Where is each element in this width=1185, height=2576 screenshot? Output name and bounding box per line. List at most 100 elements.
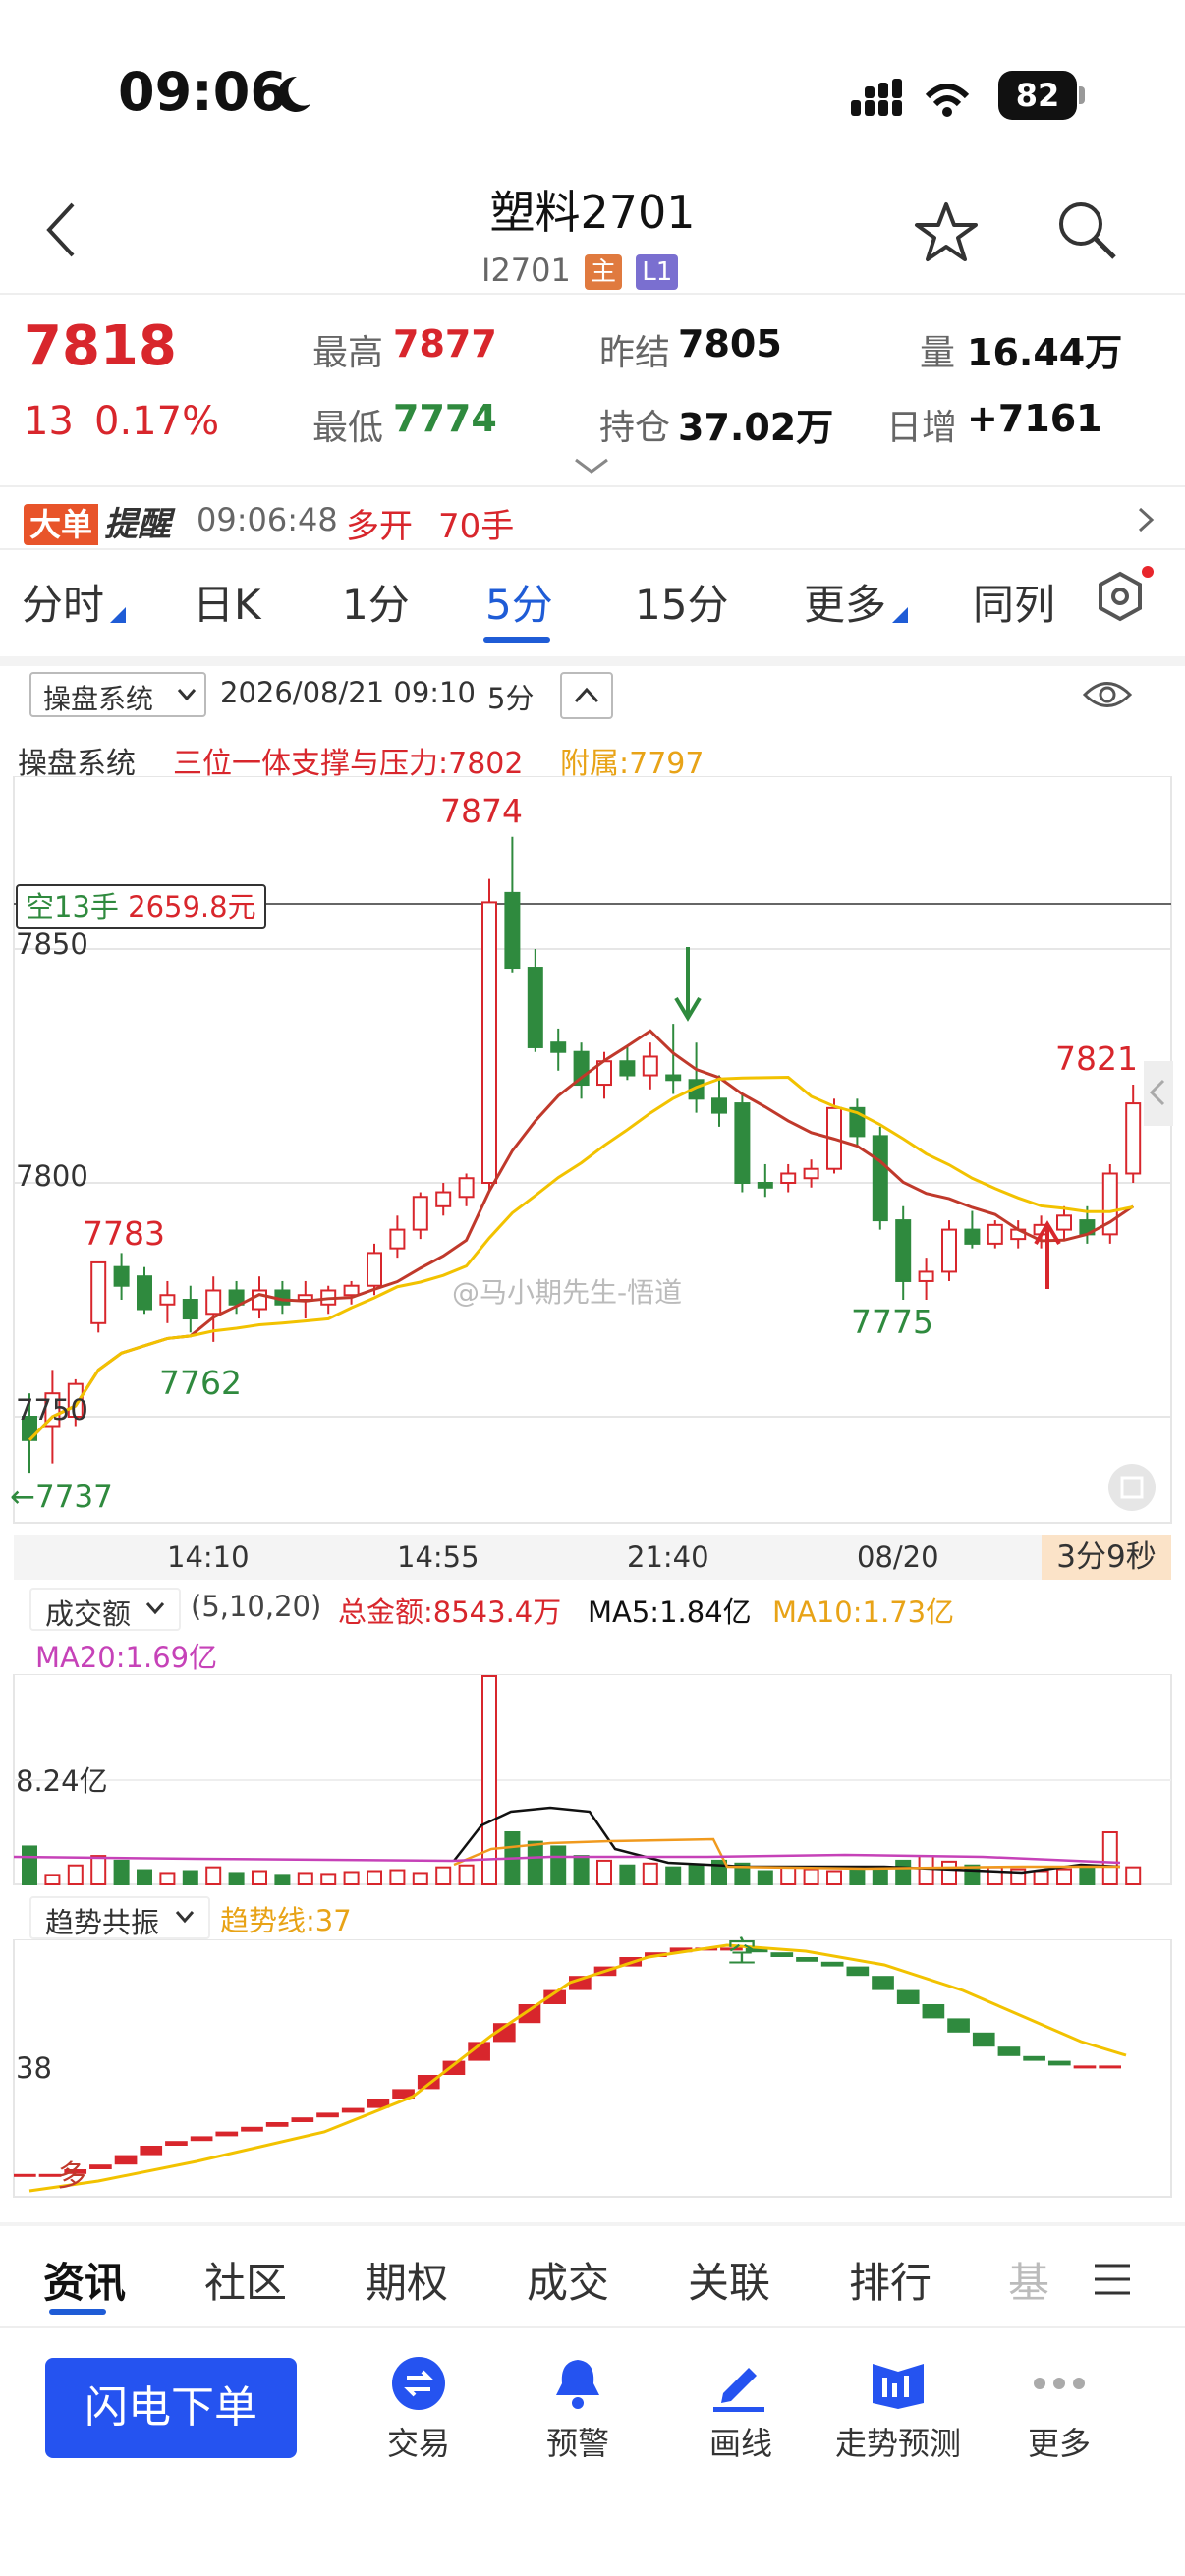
- y-tick-7800: 7800: [16, 1159, 88, 1193]
- volume-bar: [987, 1866, 1003, 1885]
- trend-long-mark: 多: [57, 2159, 86, 2194]
- volume-params: (5,10,20): [191, 1590, 322, 1623]
- trend-line-label: 趋势线:37: [220, 1904, 352, 1937]
- volume-bar: [826, 1870, 842, 1886]
- chevron-right-icon[interactable]: [1136, 505, 1156, 534]
- trend-ytick: 38: [16, 2051, 52, 2085]
- big-order-alert[interactable]: 大单 提醒: [24, 497, 177, 545]
- collapse-button[interactable]: [560, 672, 613, 719]
- trend-bar: [997, 2046, 1021, 2056]
- candle-body: [182, 1299, 198, 1320]
- candle-body: [918, 1270, 934, 1282]
- trade-icon[interactable]: [391, 2356, 446, 2411]
- system-select[interactable]: 操盘系统: [29, 672, 206, 717]
- trade-label[interactable]: 交易: [350, 2419, 487, 2464]
- battery-indicator: 82: [998, 71, 1077, 120]
- candle-body: [481, 901, 497, 1184]
- search-icon[interactable]: [1053, 196, 1122, 265]
- chevron-down-icon: [177, 689, 197, 701]
- volume-bar: [1101, 1831, 1118, 1885]
- status-time: 09:06: [118, 61, 287, 123]
- tab-options[interactable]: 期权: [366, 2250, 448, 2310]
- tab-more[interactable]: 更多: [804, 572, 886, 632]
- draw-label[interactable]: 画线: [672, 2419, 810, 2464]
- tab-related[interactable]: 关联: [688, 2250, 770, 2310]
- tab-timeshare[interactable]: 分时: [22, 572, 104, 632]
- tab-15min[interactable]: 15分: [635, 572, 728, 632]
- tab-same-list[interactable]: 同列: [973, 572, 1055, 632]
- trend-bar: [89, 2164, 112, 2169]
- x-tick-1455: 14:55: [397, 1540, 480, 1574]
- tab-community[interactable]: 社区: [204, 2250, 287, 2310]
- star-icon[interactable]: [912, 198, 981, 267]
- forecast-icon[interactable]: [869, 2354, 928, 2413]
- volume-bar: [67, 1864, 84, 1886]
- eye-icon[interactable]: [1083, 678, 1132, 711]
- tab-ranking[interactable]: 排行: [849, 2250, 931, 2310]
- settings-hex-icon[interactable]: [1091, 566, 1156, 635]
- volume-indicator-select[interactable]: 成交额: [29, 1588, 181, 1631]
- tab-news[interactable]: 资讯: [43, 2250, 126, 2310]
- trend-bar: [291, 2117, 314, 2122]
- watermark: @马小期先生-悟道: [452, 1276, 683, 1309]
- trend-indicator-select[interactable]: 趋势共振: [29, 1896, 210, 1939]
- news-underline: [49, 2309, 106, 2315]
- mark-7762: 7762: [159, 1364, 242, 1402]
- oi-value: 37.02万: [678, 406, 834, 449]
- high-mark: 7874: [440, 792, 523, 830]
- candle-body: [711, 1097, 727, 1114]
- zoom-button[interactable]: [1108, 1464, 1156, 1511]
- trend-bar: [896, 1989, 920, 2004]
- tab-fundamental[interactable]: 基: [1008, 2250, 1049, 2310]
- bell-icon[interactable]: [550, 2354, 605, 2413]
- volume-bar: [1056, 1868, 1072, 1885]
- trend-bar: [190, 2136, 213, 2142]
- candle-body: [113, 1265, 130, 1287]
- volume-bar: [90, 1855, 107, 1886]
- volume-bar: [1033, 1870, 1049, 1886]
- candle-body: [987, 1223, 1003, 1245]
- volume-ma10: MA10:1.73亿: [772, 1596, 955, 1629]
- volume-bar: [941, 1860, 957, 1885]
- oi-label: 持仓: [599, 408, 671, 448]
- position-box[interactable]: 空13手 2659.8元: [16, 884, 266, 929]
- trend-chart[interactable]: [0, 1939, 1185, 2199]
- oi-change-value: +7161: [967, 397, 1102, 440]
- candle-body: [642, 1055, 658, 1077]
- draw-icon[interactable]: [709, 2354, 768, 2413]
- side-handle[interactable]: [1144, 1061, 1173, 1126]
- flash-order-button[interactable]: 闪电下单: [45, 2358, 297, 2458]
- candle-body: [895, 1219, 912, 1282]
- trend-bar: [820, 1961, 844, 1967]
- x-tick-1410: 14:10: [167, 1540, 250, 1574]
- expand-chevron-icon[interactable]: [574, 456, 609, 476]
- more-icon[interactable]: [1030, 2376, 1089, 2391]
- system-select-label: 操盘系统: [43, 683, 154, 715]
- trend-bar: [316, 2112, 339, 2118]
- tab-1min[interactable]: 1分: [342, 572, 410, 632]
- candle-body: [964, 1228, 981, 1245]
- prev-settle-value: 7805: [678, 322, 782, 365]
- candle-body: [665, 1074, 682, 1082]
- volume-bar: [642, 1862, 658, 1886]
- alert-time: 09:06:48: [197, 501, 338, 538]
- volume-chart[interactable]: [0, 1674, 1185, 1886]
- x-tick-0820: 08/20: [857, 1540, 939, 1574]
- alert-action: 多开: [346, 507, 413, 546]
- trend-bar: [1099, 2065, 1121, 2069]
- code-text: I2701: [481, 252, 571, 289]
- menu-icon[interactable]: [1093, 2262, 1132, 2297]
- volume-bar: [205, 1866, 222, 1885]
- tabs-divider: [0, 656, 1185, 666]
- more-label[interactable]: 更多: [990, 2419, 1128, 2464]
- tab-daily[interactable]: 日K: [193, 572, 261, 632]
- tab-trades[interactable]: 成交: [527, 2250, 609, 2310]
- forecast-label[interactable]: 走势预测: [829, 2419, 967, 2464]
- volume-bar: [252, 1870, 267, 1886]
- volume-bar: [320, 1873, 337, 1885]
- y-tick-7750: 7750: [16, 1393, 88, 1427]
- tab-5min[interactable]: 5分: [485, 572, 553, 632]
- alert-label[interactable]: 预警: [509, 2419, 647, 2464]
- trend-bar: [846, 1966, 870, 1977]
- contract-code: I2701 主 L1: [481, 252, 679, 290]
